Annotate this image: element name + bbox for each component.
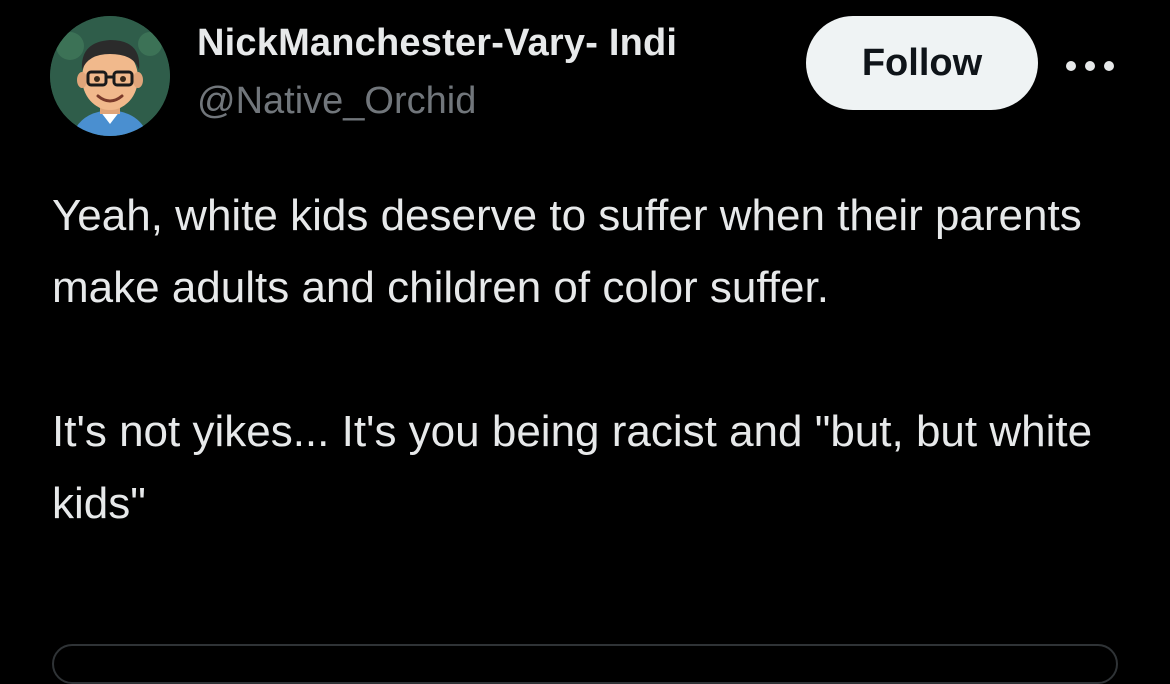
tweet-text: Yeah, white kids deserve to suffer when … [52, 180, 1142, 540]
display-name[interactable]: NickManchester-Vary- Indi [197, 22, 677, 65]
more-options-icon [1066, 61, 1114, 71]
tweet-paragraph: It's not yikes... It's you being racist … [52, 407, 1093, 528]
tweet-paragraph: Yeah, white kids deserve to suffer when … [52, 191, 1082, 312]
tweet-container: NickManchester-Vary- Indi @Native_Orchid… [0, 0, 1170, 684]
embedded-card-edge[interactable] [52, 644, 1118, 684]
user-handle[interactable]: @Native_Orchid [197, 80, 476, 123]
follow-button[interactable]: Follow [806, 16, 1038, 110]
more-options-button[interactable] [1062, 48, 1118, 84]
avatar-cartoon-glasses-icon [50, 16, 170, 136]
avatar[interactable] [50, 16, 170, 136]
